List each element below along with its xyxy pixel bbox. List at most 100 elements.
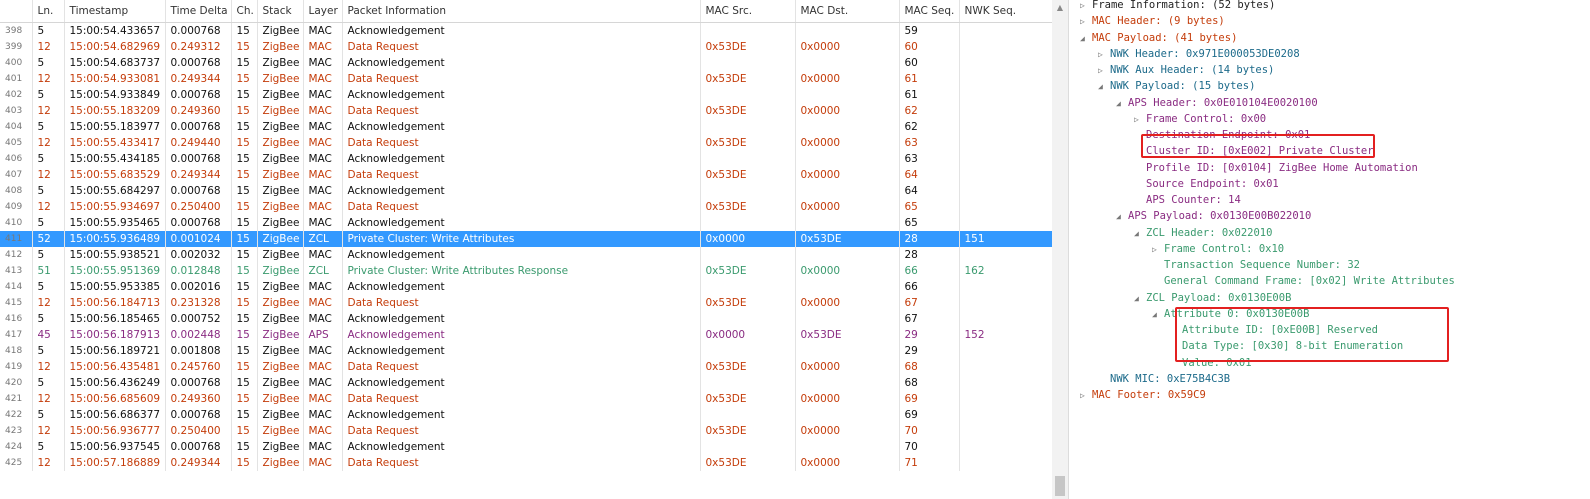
tree-node[interactable]: ▷ Frame Information: (52 bytes)	[1080, 0, 1275, 13]
collapse-arrow-icon[interactable]: ◢	[1116, 209, 1128, 225]
channel-cell: 15	[231, 231, 258, 247]
column-header-packet-information[interactable]: Packet Information	[342, 0, 701, 23]
tree-node[interactable]: ▷ NWK Header: 0x971E000053DE0208	[1098, 46, 1300, 62]
mac-dst-cell: 0x0000	[795, 295, 900, 311]
tree-node[interactable]: Transaction Sequence Number: 32	[1152, 257, 1360, 273]
packet-row[interactable]: 414 5 15:00:55.953385 0.002016 15 ZigBee MAC Ac…	[0, 279, 1053, 295]
collapse-arrow-icon[interactable]: ◢	[1080, 31, 1092, 47]
collapse-arrow-icon[interactable]: ◢	[1134, 291, 1146, 307]
packet-row[interactable]: 409 12 15:00:55.934697 0.250400 15 ZigBee MAC D…	[0, 199, 1053, 215]
time-delta-cell: 0.249344	[165, 455, 232, 471]
tree-node[interactable]: APS Counter: 14	[1134, 192, 1241, 208]
tree-node[interactable]: ▷ Frame Control: 0x10	[1152, 241, 1284, 257]
column-header-mac-dst[interactable]: MAC Dst.	[795, 0, 900, 23]
packet-decode-tree: ▷ Frame Information: (52 bytes) ▷ MAC Heade…	[1069, 0, 1590, 499]
packet-row[interactable]: 415 12 15:00:56.184713 0.231328 15 ZigBee MAC D…	[0, 295, 1053, 311]
column-header-timestamp[interactable]: Timestamp	[64, 0, 166, 23]
nwk-seq-cell	[959, 55, 1053, 71]
tree-node[interactable]: ◢ APS Header: 0x0E010104E0020100	[1116, 95, 1318, 111]
tree-node[interactable]: NWK MIC: 0xE75B4C3B	[1098, 371, 1230, 387]
packet-row[interactable]: 406 5 15:00:55.434185 0.000768 15 ZigBee MAC Ac…	[0, 151, 1053, 167]
packet-row[interactable]: 420 5 15:00:56.436249 0.000768 15 ZigBee MAC Ac…	[0, 375, 1053, 391]
tree-node[interactable]: ▷ MAC Header: (9 bytes)	[1080, 13, 1225, 29]
expand-arrow-icon[interactable]: ▷	[1080, 0, 1092, 14]
packet-row[interactable]: 402 5 15:00:54.933849 0.000768 15 ZigBee MAC Ac…	[0, 87, 1053, 103]
column-header-time-delta[interactable]: Time Delta	[165, 0, 232, 23]
tree-node[interactable]: General Command Frame: [0x02] Write Attr…	[1152, 273, 1455, 289]
column-header-ln[interactable]: Ln.	[32, 0, 65, 23]
packet-row[interactable]: 408 5 15:00:55.684297 0.000768 15 ZigBee MAC Ac…	[0, 183, 1053, 199]
packet-row[interactable]: 400 5 15:00:54.683737 0.000768 15 ZigBee MAC Ac…	[0, 55, 1053, 71]
tree-node[interactable]: ▷ MAC Footer: 0x59C9	[1080, 387, 1206, 403]
channel-cell: 15	[231, 22, 258, 39]
tree-node[interactable]: ◢ ZCL Payload: 0x0130E00B	[1134, 290, 1291, 306]
tree-node[interactable]: ◢ APS Payload: 0x0130E00B022010	[1116, 208, 1311, 224]
packet-row[interactable]: 404 5 15:00:55.183977 0.000768 15 ZigBee MAC Ac…	[0, 119, 1053, 135]
tree-node[interactable]: ◢ ZCL Header: 0x022010	[1134, 225, 1272, 241]
column-header-channel[interactable]: Ch.	[231, 0, 258, 23]
packet-row[interactable]: 421 12 15:00:56.685609 0.249360 15 ZigBee MAC D…	[0, 391, 1053, 407]
tree-node[interactable]: Profile ID: [0x0104] ZigBee Home Automat…	[1134, 160, 1418, 176]
packet-row[interactable]: 419 12 15:00:56.435481 0.245760 15 ZigBee MAC D…	[0, 359, 1053, 375]
expand-arrow-icon[interactable]: ▷	[1080, 14, 1092, 30]
tree-node[interactable]: ◢ NWK Payload: (15 bytes)	[1098, 78, 1255, 94]
scroll-up-arrow-icon[interactable]: ▲	[1052, 0, 1068, 16]
expand-arrow-icon[interactable]: ▷	[1098, 63, 1110, 79]
packet-row[interactable]: 425 12 15:00:57.186889 0.249344 15 ZigBee MAC D…	[0, 455, 1053, 471]
packet-row[interactable]: 423 12 15:00:56.936777 0.250400 15 ZigBee MAC D…	[0, 423, 1053, 439]
mac-src-cell	[700, 247, 796, 263]
column-header-nwk-seq[interactable]: NWK Seq.	[959, 0, 1053, 23]
collapse-arrow-icon[interactable]: ◢	[1098, 79, 1110, 95]
packet-row[interactable]: 399 12 15:00:54.682969 0.249312 15 ZigBee MAC D…	[0, 39, 1053, 55]
mac-seq-cell: 62	[899, 103, 960, 119]
expand-arrow-icon[interactable]: ▷	[1080, 388, 1092, 404]
packet-row[interactable]: 405 12 15:00:55.433417 0.249440 15 ZigBee MAC D…	[0, 135, 1053, 151]
nwk-seq-cell	[959, 151, 1053, 167]
column-header-stack[interactable]: Stack	[257, 0, 304, 23]
tree-node[interactable]: ▷ Frame Control: 0x00	[1134, 111, 1266, 127]
expand-arrow-icon[interactable]: ▷	[1134, 112, 1146, 128]
packet-row[interactable]: 398 5 15:00:54.433657 0.000768 15 ZigBee MAC Ac…	[0, 22, 1053, 39]
timestamp-cell: 15:00:55.433417	[64, 135, 166, 151]
packet-row[interactable]: 413 51 15:00:55.951369 0.012848 15 ZigBee ZCL P…	[0, 263, 1053, 279]
tree-node[interactable]: ◢ MAC Payload: (41 bytes)	[1080, 30, 1237, 46]
packet-row[interactable]: 411 52 15:00:55.936489 0.001024 15 ZigBee ZCL P…	[0, 231, 1053, 247]
packet-row[interactable]: 422 5 15:00:56.686377 0.000768 15 ZigBee MAC Ac…	[0, 407, 1053, 423]
collapse-arrow-icon[interactable]: ◢	[1116, 96, 1128, 112]
layer-cell: MAC	[303, 423, 343, 439]
packet-row[interactable]: 424 5 15:00:56.937545 0.000768 15 ZigBee MAC Ac…	[0, 439, 1053, 455]
packet-info-cell: Data Request	[342, 295, 701, 311]
mac-dst-cell: 0x0000	[795, 39, 900, 55]
tree-node[interactable]: Source Endpoint: 0x01	[1134, 176, 1279, 192]
collapse-arrow-icon[interactable]: ◢	[1134, 226, 1146, 242]
column-header-mac-seq[interactable]: MAC Seq.	[899, 0, 960, 23]
row-index: 416	[0, 311, 33, 327]
timestamp-cell: 15:00:56.686377	[64, 407, 166, 423]
stack-cell: ZigBee	[257, 439, 304, 455]
mac-src-cell	[700, 215, 796, 231]
tree-node[interactable]: ▷ NWK Aux Header: (14 bytes)	[1098, 62, 1274, 78]
packet-row[interactable]: 418 5 15:00:56.189721 0.001808 15 ZigBee MAC Ac…	[0, 343, 1053, 359]
packet-info-cell: Data Request	[342, 71, 701, 87]
expand-arrow-icon[interactable]: ▷	[1098, 47, 1110, 63]
packet-row[interactable]: 401 12 15:00:54.933081 0.249344 15 ZigBee MAC D…	[0, 71, 1053, 87]
expand-arrow-icon[interactable]: ▷	[1152, 242, 1164, 258]
nwk-seq-cell	[959, 247, 1053, 263]
packet-row[interactable]: 410 5 15:00:55.935465 0.000768 15 ZigBee MAC Ac…	[0, 215, 1053, 231]
packet-row[interactable]: 407 12 15:00:55.683529 0.249344 15 ZigBee MAC D…	[0, 167, 1053, 183]
packet-row[interactable]: 417 45 15:00:56.187913 0.002448 15 ZigBee APS A…	[0, 327, 1053, 343]
column-header-index[interactable]	[0, 0, 33, 23]
scrollbar-thumb[interactable]	[1055, 476, 1065, 496]
stack-cell: ZigBee	[257, 311, 304, 327]
packet-row[interactable]: 416 5 15:00:56.185465 0.000752 15 ZigBee MAC Ac…	[0, 311, 1053, 327]
channel-cell: 15	[231, 87, 258, 103]
tree-node-label: MAC Payload: (41 bytes)	[1092, 31, 1238, 44]
channel-cell: 15	[231, 119, 258, 135]
time-delta-cell: 0.000768	[165, 215, 232, 231]
packet-row[interactable]: 403 12 15:00:55.183209 0.249360 15 ZigBee MAC D…	[0, 103, 1053, 119]
collapse-arrow-icon[interactable]: ◢	[1152, 307, 1164, 323]
column-header-layer[interactable]: Layer	[303, 0, 343, 23]
packet-list-scrollbar[interactable]: ▲	[1052, 0, 1068, 499]
column-header-mac-src[interactable]: MAC Src.	[700, 0, 796, 23]
packet-row[interactable]: 412 5 15:00:55.938521 0.002032 15 ZigBee MAC Ac…	[0, 247, 1053, 263]
